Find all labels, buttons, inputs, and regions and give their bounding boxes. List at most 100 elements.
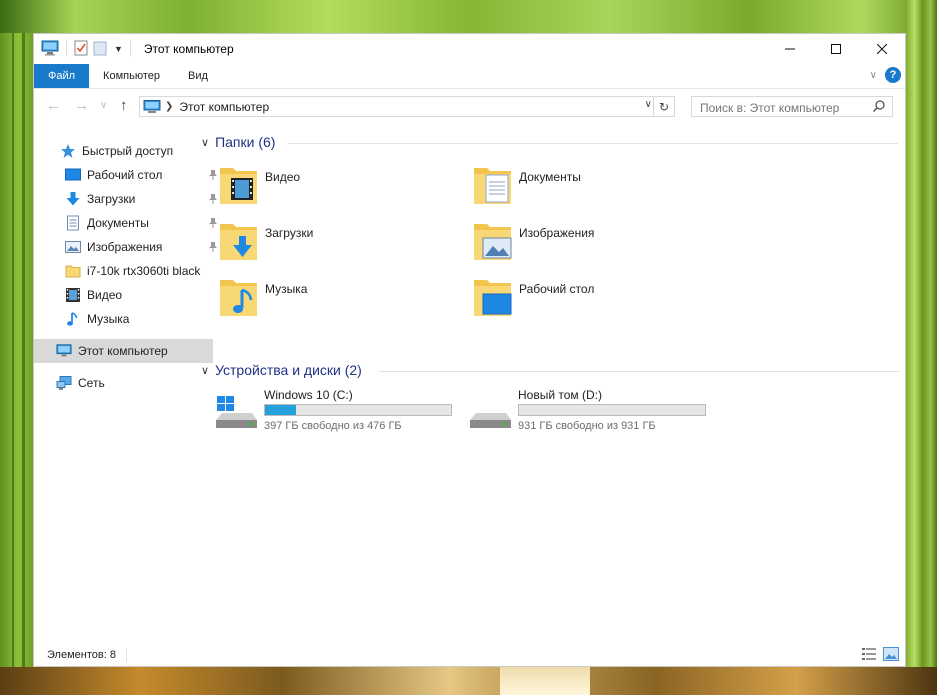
maximize-icon xyxy=(831,44,841,54)
close-icon xyxy=(877,44,887,54)
details-view-icon[interactable] xyxy=(861,647,877,664)
nav-label: Этот компьютер xyxy=(78,344,168,358)
status-separator xyxy=(125,648,127,662)
folder-music[interactable]: Музыка xyxy=(219,274,459,322)
drive-name: Windows 10 (C:) xyxy=(264,388,353,402)
explorer-window: ▼ Этот компьютер Файл Компьютер Вид ∨ ? … xyxy=(33,33,906,667)
search-input[interactable] xyxy=(698,98,872,117)
breadcrumb-separator-icon[interactable]: ❯ xyxy=(165,101,173,112)
folder-videos[interactable]: Видео xyxy=(219,162,459,210)
network-icon xyxy=(56,376,72,390)
window-controls xyxy=(767,34,905,64)
breadcrumb-this-pc[interactable]: Этот компьютер xyxy=(179,100,269,114)
group-title: Устройства и диски (2) xyxy=(215,362,362,378)
minimize-icon xyxy=(785,48,795,50)
help-button[interactable]: ? xyxy=(885,67,901,83)
new-folder-icon[interactable] xyxy=(92,40,108,59)
documents-folder-icon xyxy=(474,168,511,204)
tab-file[interactable]: Файл xyxy=(34,64,90,88)
drive-free-space: 931 ГБ свободно из 931 ГБ xyxy=(518,420,656,432)
folder-label: Изображения xyxy=(519,226,595,240)
nav-label: i7-10k rtx3060ti black xyxy=(87,264,201,278)
nav-network[interactable]: Сеть xyxy=(34,371,213,395)
ribbon-right-controls: ∨ ? xyxy=(870,67,901,83)
folder-label: Видео xyxy=(265,170,301,184)
nav-label: Музыка xyxy=(87,312,130,326)
up-arrow-icon[interactable]: ↑ xyxy=(120,97,128,114)
nav-label: Документы xyxy=(87,216,149,230)
nav-this-pc[interactable]: Этот компьютер xyxy=(34,339,213,363)
group-folders-header[interactable]: ∨ Папки (6) xyxy=(201,134,275,150)
drive-c[interactable]: Windows 10 (C:) 397 ГБ свободно из 476 Г… xyxy=(214,388,464,438)
group-divider xyxy=(288,143,898,144)
download-arrow-icon xyxy=(66,192,80,206)
downloads-folder-icon xyxy=(220,224,257,260)
tab-view[interactable]: Вид xyxy=(174,64,222,88)
folder-pictures[interactable]: Изображения xyxy=(473,218,713,266)
desktop-wallpaper-right xyxy=(905,0,937,695)
computer-icon xyxy=(41,40,59,59)
music-note-icon xyxy=(67,312,78,326)
drive-usage-bar xyxy=(264,404,452,416)
minimize-button[interactable] xyxy=(767,34,813,64)
nav-quick-access[interactable]: Быстрый доступ xyxy=(34,139,217,163)
collapse-chevron-icon[interactable]: ∨ xyxy=(201,136,209,149)
drive-usage-bar xyxy=(518,404,706,416)
hard-drive-icon xyxy=(470,413,511,428)
close-button[interactable] xyxy=(859,34,905,64)
folder-label: Загрузки xyxy=(265,226,314,240)
address-dropdown-icon[interactable]: ∨ xyxy=(645,99,652,110)
film-icon xyxy=(66,288,80,302)
large-icons-view-icon[interactable] xyxy=(883,647,899,664)
nav-label: Сеть xyxy=(78,376,105,390)
windows-drive-icon xyxy=(216,396,257,428)
ribbon-tabs: Файл Компьютер Вид ∨ ? xyxy=(34,64,905,88)
group-title: Папки (6) xyxy=(215,134,276,150)
navigation-pane: Быстрый доступ Рабочий стол Загрузки Док… xyxy=(34,134,217,634)
drive-free-space: 397 ГБ свободно из 476 ГБ xyxy=(264,420,402,432)
desktop-folder-icon xyxy=(474,280,512,316)
nav-label: Загрузки xyxy=(87,192,136,206)
drive-name: Новый том (D:) xyxy=(518,388,602,402)
nav-label: Быстрый доступ xyxy=(82,144,174,158)
folder-desktop[interactable]: Рабочий стол xyxy=(473,274,713,322)
star-icon xyxy=(61,144,75,158)
drive-usage-fill xyxy=(265,405,296,415)
address-bar[interactable]: ❯ Этот компьютер ∨ ↻ xyxy=(139,96,675,117)
maximize-button[interactable] xyxy=(813,34,859,64)
folder-downloads[interactable]: Загрузки xyxy=(219,218,459,266)
expand-ribbon-chevron-icon[interactable]: ∨ xyxy=(870,70,877,81)
search-box[interactable] xyxy=(691,96,893,117)
folder-label: Рабочий стол xyxy=(519,282,595,296)
computer-icon xyxy=(143,99,161,114)
tab-computer[interactable]: Компьютер xyxy=(89,64,174,88)
quick-access-toolbar: ▼ xyxy=(34,40,134,59)
folder-documents[interactable]: Документы xyxy=(473,162,713,210)
picture-icon xyxy=(65,241,81,253)
group-devices-header[interactable]: ∨ Устройства и диски (2) xyxy=(201,362,362,378)
item-count: Элементов: 8 xyxy=(47,649,116,661)
toolbar-separator xyxy=(129,41,131,57)
music-folder-icon xyxy=(220,280,257,316)
refresh-icon[interactable]: ↻ xyxy=(653,97,674,116)
videos-folder-icon xyxy=(220,168,257,204)
back-arrow-icon[interactable]: ← xyxy=(46,97,61,114)
recent-locations-chevron-icon[interactable]: ∨ xyxy=(100,100,107,111)
drive-d[interactable]: Новый том (D:) 931 ГБ свободно из 931 ГБ xyxy=(468,388,718,438)
customize-toolbar-dropdown-icon[interactable]: ▼ xyxy=(114,44,123,54)
collapse-chevron-icon[interactable]: ∨ xyxy=(201,364,209,377)
desktop-wallpaper-top xyxy=(0,0,937,33)
computer-icon xyxy=(56,344,72,357)
folder-label: Документы xyxy=(519,170,581,184)
nav-label: Видео xyxy=(87,288,123,302)
group-divider xyxy=(379,371,899,372)
forward-arrow-icon[interactable]: → xyxy=(74,97,89,114)
desktop-icon xyxy=(65,168,81,181)
search-icon[interactable] xyxy=(872,99,886,116)
folder-label: Музыка xyxy=(265,282,308,296)
desktop-wallpaper-path xyxy=(500,667,590,695)
properties-icon[interactable] xyxy=(74,40,88,59)
content-pane: ∨ Папки (6) Видео Документы Загрузки Изо… xyxy=(191,122,905,642)
nav-label: Рабочий стол xyxy=(87,168,163,182)
view-buttons xyxy=(861,647,899,664)
